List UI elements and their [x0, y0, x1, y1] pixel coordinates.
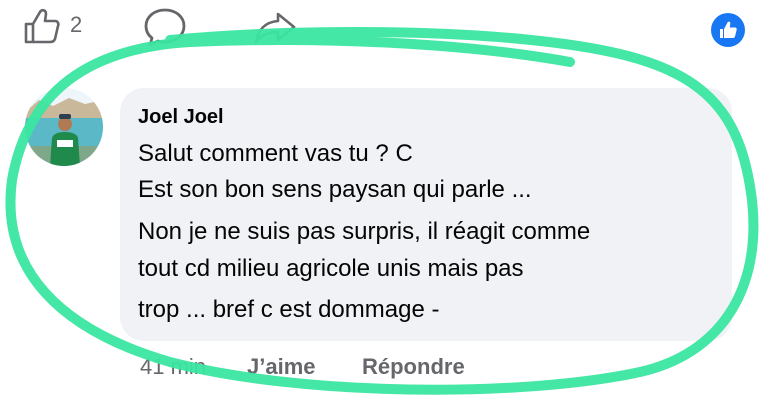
comment-text-line: Non je ne suis pas surpris, il réagit co… [138, 218, 591, 245]
share-icon[interactable] [252, 10, 298, 46]
like-reaction-icon [711, 13, 745, 47]
comment-author-name[interactable]: Joel Joel [138, 106, 224, 129]
like-count: 2 [70, 12, 83, 37]
comment-text-line: tout cd milieu agricole unis mais pas [138, 255, 524, 282]
avatar[interactable] [25, 88, 103, 166]
comment-text-line: trop ... bref c est dommage - [138, 296, 440, 323]
top-action-bar: 2 [0, 0, 768, 52]
comment-text-line: Est son bon sens paysan qui parle ... [138, 176, 532, 203]
comment-text-line: Salut comment vas tu ? C [138, 140, 413, 167]
comment-timestamp[interactable]: 41 min [140, 354, 206, 380]
reply-button[interactable]: Répondre [362, 354, 465, 380]
thumbs-up-icon[interactable] [22, 6, 62, 46]
like-button[interactable]: J’aime [247, 354, 316, 380]
comment-icon[interactable] [142, 4, 188, 48]
